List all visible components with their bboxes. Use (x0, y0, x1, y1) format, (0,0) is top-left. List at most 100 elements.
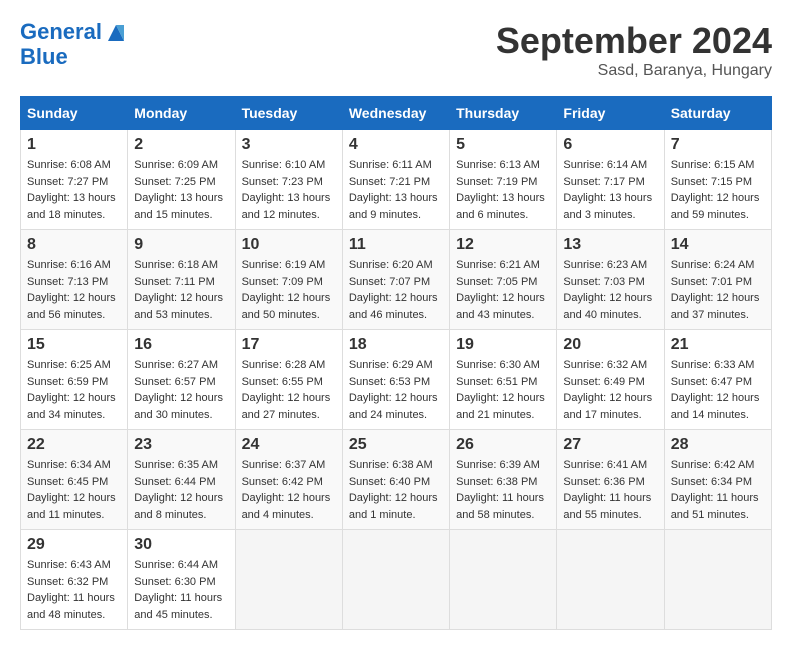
day-number: 21 (671, 336, 765, 354)
logo-icon (104, 21, 128, 45)
col-monday: Monday (128, 97, 235, 130)
calendar-week-1: 1 Sunrise: 6:08 AM Sunset: 7:27 PM Dayli… (21, 130, 772, 230)
sunrise-label: Sunrise: 6:11 AM (349, 159, 432, 171)
calendar-cell (235, 530, 342, 630)
sunset-label: Sunset: 7:05 PM (456, 276, 537, 288)
sunset-label: Sunset: 6:53 PM (349, 376, 430, 388)
calendar-cell: 23 Sunrise: 6:35 AM Sunset: 6:44 PM Dayl… (128, 430, 235, 530)
calendar-cell: 20 Sunrise: 6:32 AM Sunset: 6:49 PM Dayl… (557, 330, 664, 430)
day-number: 26 (456, 436, 550, 454)
calendar-cell: 18 Sunrise: 6:29 AM Sunset: 6:53 PM Dayl… (342, 330, 449, 430)
calendar-cell (450, 530, 557, 630)
sunrise-label: Sunrise: 6:21 AM (456, 259, 540, 271)
daylight-label: Daylight: 12 hours and 34 minutes. (27, 392, 116, 421)
sunset-label: Sunset: 7:09 PM (242, 276, 323, 288)
day-info: Sunrise: 6:18 AM Sunset: 7:11 PM Dayligh… (134, 257, 228, 323)
daylight-label: Daylight: 11 hours and 51 minutes. (671, 492, 759, 521)
daylight-label: Daylight: 12 hours and 40 minutes. (563, 292, 652, 321)
sunrise-label: Sunrise: 6:16 AM (27, 259, 111, 271)
daylight-label: Daylight: 13 hours and 6 minutes. (456, 192, 545, 221)
calendar-week-2: 8 Sunrise: 6:16 AM Sunset: 7:13 PM Dayli… (21, 230, 772, 330)
calendar-cell (664, 530, 771, 630)
day-info: Sunrise: 6:33 AM Sunset: 6:47 PM Dayligh… (671, 357, 765, 423)
calendar-cell (342, 530, 449, 630)
daylight-label: Daylight: 12 hours and 11 minutes. (27, 492, 116, 521)
sunset-label: Sunset: 6:30 PM (134, 576, 215, 588)
day-info: Sunrise: 6:35 AM Sunset: 6:44 PM Dayligh… (134, 457, 228, 523)
day-number: 1 (27, 136, 121, 154)
day-number: 18 (349, 336, 443, 354)
sunrise-label: Sunrise: 6:13 AM (456, 159, 540, 171)
calendar-cell: 12 Sunrise: 6:21 AM Sunset: 7:05 PM Dayl… (450, 230, 557, 330)
sunset-label: Sunset: 7:15 PM (671, 176, 752, 188)
day-info: Sunrise: 6:30 AM Sunset: 6:51 PM Dayligh… (456, 357, 550, 423)
sunset-label: Sunset: 6:32 PM (27, 576, 108, 588)
day-info: Sunrise: 6:14 AM Sunset: 7:17 PM Dayligh… (563, 157, 657, 223)
sunrise-label: Sunrise: 6:33 AM (671, 359, 755, 371)
calendar-cell: 10 Sunrise: 6:19 AM Sunset: 7:09 PM Dayl… (235, 230, 342, 330)
calendar-cell: 1 Sunrise: 6:08 AM Sunset: 7:27 PM Dayli… (21, 130, 128, 230)
day-info: Sunrise: 6:41 AM Sunset: 6:36 PM Dayligh… (563, 457, 657, 523)
day-info: Sunrise: 6:24 AM Sunset: 7:01 PM Dayligh… (671, 257, 765, 323)
day-info: Sunrise: 6:27 AM Sunset: 6:57 PM Dayligh… (134, 357, 228, 423)
calendar-week-3: 15 Sunrise: 6:25 AM Sunset: 6:59 PM Dayl… (21, 330, 772, 430)
sunset-label: Sunset: 7:27 PM (27, 176, 108, 188)
calendar-cell: 17 Sunrise: 6:28 AM Sunset: 6:55 PM Dayl… (235, 330, 342, 430)
day-number: 22 (27, 436, 121, 454)
day-info: Sunrise: 6:44 AM Sunset: 6:30 PM Dayligh… (134, 557, 228, 623)
sunset-label: Sunset: 7:19 PM (456, 176, 537, 188)
day-number: 13 (563, 236, 657, 254)
day-info: Sunrise: 6:43 AM Sunset: 6:32 PM Dayligh… (27, 557, 121, 623)
day-number: 28 (671, 436, 765, 454)
day-number: 24 (242, 436, 336, 454)
daylight-label: Daylight: 11 hours and 58 minutes. (456, 492, 544, 521)
calendar-cell: 14 Sunrise: 6:24 AM Sunset: 7:01 PM Dayl… (664, 230, 771, 330)
sunset-label: Sunset: 7:03 PM (563, 276, 644, 288)
calendar-cell: 2 Sunrise: 6:09 AM Sunset: 7:25 PM Dayli… (128, 130, 235, 230)
sunrise-label: Sunrise: 6:14 AM (563, 159, 647, 171)
daylight-label: Daylight: 13 hours and 12 minutes. (242, 192, 331, 221)
month-title: September 2024 (496, 20, 772, 62)
day-info: Sunrise: 6:23 AM Sunset: 7:03 PM Dayligh… (563, 257, 657, 323)
sunset-label: Sunset: 6:45 PM (27, 476, 108, 488)
sunrise-label: Sunrise: 6:20 AM (349, 259, 433, 271)
daylight-label: Daylight: 13 hours and 15 minutes. (134, 192, 223, 221)
sunrise-label: Sunrise: 6:09 AM (134, 159, 218, 171)
daylight-label: Daylight: 12 hours and 17 minutes. (563, 392, 652, 421)
sunset-label: Sunset: 6:51 PM (456, 376, 537, 388)
calendar-cell: 9 Sunrise: 6:18 AM Sunset: 7:11 PM Dayli… (128, 230, 235, 330)
day-info: Sunrise: 6:34 AM Sunset: 6:45 PM Dayligh… (27, 457, 121, 523)
daylight-label: Daylight: 12 hours and 24 minutes. (349, 392, 438, 421)
sunrise-label: Sunrise: 6:29 AM (349, 359, 433, 371)
sunrise-label: Sunrise: 6:43 AM (27, 559, 111, 571)
sunrise-label: Sunrise: 6:24 AM (671, 259, 755, 271)
sunrise-label: Sunrise: 6:37 AM (242, 459, 326, 471)
calendar-week-4: 22 Sunrise: 6:34 AM Sunset: 6:45 PM Dayl… (21, 430, 772, 530)
title-block: September 2024 Sasd, Baranya, Hungary (496, 20, 772, 80)
calendar-cell: 24 Sunrise: 6:37 AM Sunset: 6:42 PM Dayl… (235, 430, 342, 530)
sunset-label: Sunset: 6:57 PM (134, 376, 215, 388)
sunrise-label: Sunrise: 6:15 AM (671, 159, 755, 171)
sunset-label: Sunset: 6:49 PM (563, 376, 644, 388)
col-saturday: Saturday (664, 97, 771, 130)
day-number: 3 (242, 136, 336, 154)
sunset-label: Sunset: 6:36 PM (563, 476, 644, 488)
sunrise-label: Sunrise: 6:28 AM (242, 359, 326, 371)
daylight-label: Daylight: 11 hours and 55 minutes. (563, 492, 651, 521)
sunset-label: Sunset: 6:44 PM (134, 476, 215, 488)
day-number: 25 (349, 436, 443, 454)
sunset-label: Sunset: 7:13 PM (27, 276, 108, 288)
col-tuesday: Tuesday (235, 97, 342, 130)
daylight-label: Daylight: 12 hours and 56 minutes. (27, 292, 116, 321)
daylight-label: Daylight: 13 hours and 9 minutes. (349, 192, 438, 221)
calendar-cell: 6 Sunrise: 6:14 AM Sunset: 7:17 PM Dayli… (557, 130, 664, 230)
logo: General Blue (20, 20, 128, 69)
day-info: Sunrise: 6:11 AM Sunset: 7:21 PM Dayligh… (349, 157, 443, 223)
daylight-label: Daylight: 12 hours and 46 minutes. (349, 292, 438, 321)
day-number: 14 (671, 236, 765, 254)
calendar-cell: 28 Sunrise: 6:42 AM Sunset: 6:34 PM Dayl… (664, 430, 771, 530)
calendar-cell (557, 530, 664, 630)
sunrise-label: Sunrise: 6:23 AM (563, 259, 647, 271)
logo-general: General (20, 19, 102, 44)
sunset-label: Sunset: 6:34 PM (671, 476, 752, 488)
